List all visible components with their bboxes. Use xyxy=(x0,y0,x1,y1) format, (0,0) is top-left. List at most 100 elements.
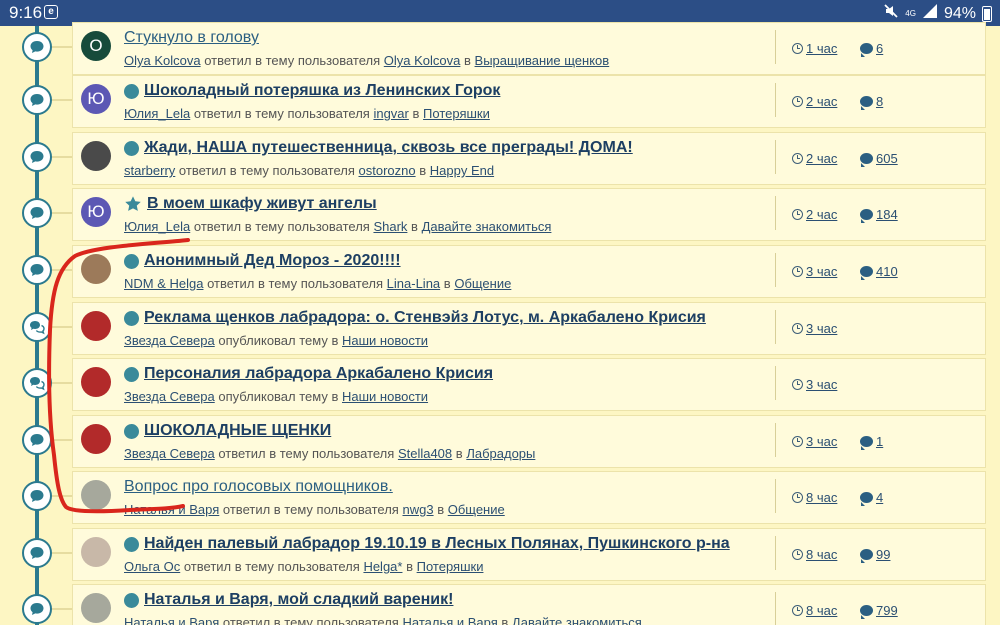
divider xyxy=(775,479,776,513)
avatar[interactable]: Ю xyxy=(81,84,111,114)
topic-time[interactable]: 2 час xyxy=(792,94,837,109)
comment-icon xyxy=(29,149,45,165)
topic-owner-link[interactable]: Olya Kolcova xyxy=(384,53,461,68)
divider xyxy=(775,592,776,625)
avatar[interactable] xyxy=(81,367,111,397)
reply-count[interactable]: 4 xyxy=(860,490,884,506)
author-link[interactable]: NDM & Helga xyxy=(124,276,203,291)
action-text: ответил в тему пользователя xyxy=(183,559,360,574)
forum-link[interactable]: Потеряшки xyxy=(417,559,484,574)
author-link[interactable]: Звезда Севера xyxy=(124,446,215,461)
topic-time[interactable]: 8 час xyxy=(792,490,837,505)
topic-meta: Ольга Ос ответил в тему пользователя Hel… xyxy=(124,559,483,574)
topic-title-link[interactable]: ШОКОЛАДНЫЕ ЩЕНКИ xyxy=(144,422,331,440)
reply-count[interactable]: 605 xyxy=(860,151,898,167)
in-word: в xyxy=(419,163,427,178)
reply-count-value: 799 xyxy=(876,603,898,618)
topic-title-link[interactable]: Реклама щенков лабрадора: о. Стенвэйз Ло… xyxy=(144,309,706,327)
divider xyxy=(775,536,776,570)
topic-title-link[interactable]: В моем шкафу живут ангелы xyxy=(147,195,377,213)
author-link[interactable]: Звезда Севера xyxy=(124,389,215,404)
action-text: опубликовал тему в xyxy=(218,389,339,404)
forum-link[interactable]: Потеряшки xyxy=(423,106,490,121)
topic-time[interactable]: 2 час xyxy=(792,151,837,166)
in-word: в xyxy=(443,276,451,291)
topic-title-link[interactable]: Найден палевый лабрадор 19.10.19 в Лесны… xyxy=(144,535,730,553)
topic-time-value: 2 час xyxy=(806,94,838,109)
avatar[interactable] xyxy=(81,254,111,284)
author-link[interactable]: Наталья и Варя xyxy=(124,502,219,517)
divider xyxy=(775,140,776,174)
unread-dot-icon xyxy=(124,83,139,99)
topic-meta: Наталья и Варя ответил в тему пользовате… xyxy=(124,502,505,517)
reply-count[interactable]: 99 xyxy=(860,547,891,563)
author-link[interactable]: Наталья и Варя xyxy=(124,615,219,625)
unread-dot-icon xyxy=(124,366,139,382)
author-link[interactable]: Olya Kolcova xyxy=(124,53,201,68)
author-link[interactable]: Ольга Ос xyxy=(124,559,180,574)
forum-link[interactable]: Давайте знакомиться xyxy=(512,615,642,625)
author-link[interactable]: Юлия_Lela xyxy=(124,106,190,121)
reply-count[interactable]: 799 xyxy=(860,603,898,619)
author-link[interactable]: starberry xyxy=(124,163,175,178)
topic-owner-link[interactable]: Stella408 xyxy=(398,446,452,461)
topic-owner-link[interactable]: Helga* xyxy=(363,559,402,574)
timeline-node-comment xyxy=(22,142,52,172)
reply-count[interactable]: 1 xyxy=(860,434,883,450)
reply-count[interactable]: 6 xyxy=(860,41,883,57)
topic-time[interactable]: 8 час xyxy=(792,547,837,562)
reply-count-value: 99 xyxy=(876,547,891,562)
reply-count[interactable]: 8 xyxy=(860,94,883,110)
topic-time[interactable]: 3 час xyxy=(792,321,837,336)
forum-link[interactable]: Лабрадоры xyxy=(466,446,535,461)
topic-owner-link[interactable]: Lina-Lina xyxy=(387,276,441,291)
topic-title-link[interactable]: Анонимный Дед Мороз - 2020!!!! xyxy=(144,252,401,270)
avatar[interactable] xyxy=(81,480,111,510)
topic-title-link[interactable]: Стукнуло в голову xyxy=(124,29,259,47)
topic-owner-link[interactable]: ingvar xyxy=(373,106,408,121)
topic-time[interactable]: 3 час xyxy=(792,264,837,279)
topic-title-link[interactable]: Жади, НАША путешественница, сквозь все п… xyxy=(144,139,633,157)
forum-link[interactable]: Happy End xyxy=(430,163,494,178)
forum-link[interactable]: Выращивание щенков xyxy=(475,53,610,68)
avatar[interactable] xyxy=(81,141,111,171)
forum-link[interactable]: Наши новости xyxy=(342,389,428,404)
topic-owner-link[interactable]: Shark xyxy=(373,219,407,234)
topic-time[interactable]: 8 час xyxy=(792,603,837,618)
topic-title-line: Шоколадный потеряшка из Ленинских Горок xyxy=(124,82,500,100)
topic-title-link[interactable]: Вопрос про голосовых помощников. xyxy=(124,478,393,496)
avatar[interactable] xyxy=(81,593,111,623)
topic-title-link[interactable]: Шоколадный потеряшка из Ленинских Горок xyxy=(144,82,500,100)
forum-link[interactable]: Общение xyxy=(448,502,505,517)
topic-time[interactable]: 3 час xyxy=(792,377,837,392)
action-text: ответил в тему пользователя xyxy=(204,53,381,68)
reply-count[interactable]: 410 xyxy=(860,264,898,280)
topic-time[interactable]: 1 час xyxy=(792,41,837,56)
topic-title-link[interactable]: Наталья и Варя, мой сладкий вареник! xyxy=(144,591,453,609)
topic-owner-link[interactable]: ostorozno xyxy=(359,163,416,178)
topic-time[interactable]: 2 час xyxy=(792,207,837,222)
avatar[interactable]: Ю xyxy=(81,197,111,227)
avatar[interactable]: O xyxy=(81,31,111,61)
author-link[interactable]: Звезда Севера xyxy=(124,333,215,348)
topic-time-value: 3 час xyxy=(806,321,838,336)
topic-meta: Звезда Севера ответил в тему пользовател… xyxy=(124,446,535,461)
clock-icon xyxy=(792,266,803,277)
topic-owner-link[interactable]: nwg3 xyxy=(402,502,433,517)
avatar[interactable] xyxy=(81,424,111,454)
reply-count-value: 4 xyxy=(876,490,884,505)
forum-link[interactable]: Давайте знакомиться xyxy=(422,219,552,234)
topic-owner-link[interactable]: Наталья и Варя xyxy=(402,615,497,625)
avatar[interactable] xyxy=(81,537,111,567)
topic-time[interactable]: 3 час xyxy=(792,434,837,449)
action-text: ответил в тему пользователя xyxy=(193,106,370,121)
author-link[interactable]: Юлия_Lela xyxy=(124,219,190,234)
avatar-letter: Ю xyxy=(87,89,105,108)
avatar[interactable] xyxy=(81,311,111,341)
forum-link[interactable]: Общение xyxy=(454,276,511,291)
topic-title-link[interactable]: Персоналия лабрадора Аркабалено Крисия xyxy=(144,365,493,383)
forum-link[interactable]: Наши новости xyxy=(342,333,428,348)
action-text: ответил в тему пользователя xyxy=(222,615,399,625)
reply-count[interactable]: 184 xyxy=(860,207,898,223)
battery-percent: 94% xyxy=(943,4,976,22)
